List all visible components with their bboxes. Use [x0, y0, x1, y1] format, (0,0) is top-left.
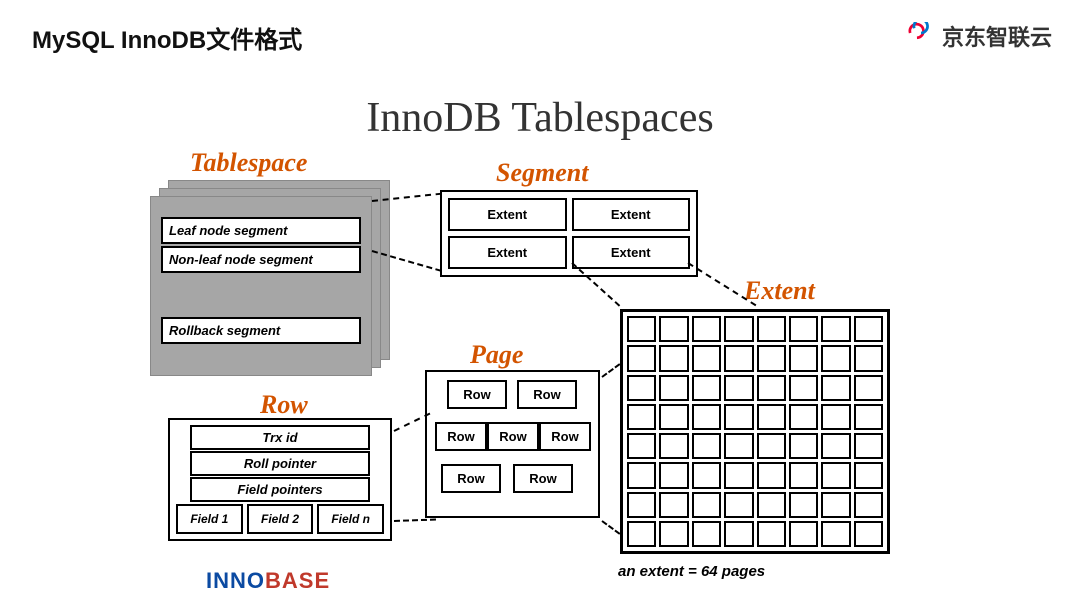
tablespace-item: Leaf node segment: [161, 217, 361, 244]
row-line: Roll pointer: [190, 451, 370, 476]
page-row: Row: [517, 380, 577, 409]
extent-grid: [620, 309, 890, 554]
label-tablespace: Tablespace: [190, 148, 307, 178]
page-row: Row: [487, 422, 539, 451]
label-extent: Extent: [744, 276, 815, 306]
page-row: Row: [513, 464, 573, 493]
page-row: Row: [441, 464, 501, 493]
page-row: Row: [539, 422, 591, 451]
page-title: MySQL InnoDB文件格式: [32, 20, 302, 55]
row-box: Trx id Roll pointer Field pointers Field…: [168, 418, 392, 541]
brand-logo: 京东智联云: [902, 20, 1052, 52]
extent-cell: Extent: [572, 198, 691, 231]
label-segment: Segment: [496, 158, 588, 188]
brand-text: 京东智联云: [942, 20, 1052, 52]
label-page: Page: [470, 340, 523, 370]
extent-note: an extent = 64 pages: [618, 563, 765, 580]
segment-box: Extent Extent Extent Extent: [440, 190, 698, 277]
extent-cell: Extent: [448, 198, 567, 231]
page-row: Row: [435, 422, 487, 451]
row-line: Field pointers: [190, 477, 370, 502]
tablespace-item: Non-leaf node segment: [161, 246, 361, 273]
page-row: Row: [447, 380, 507, 409]
row-field: Field 2: [247, 504, 314, 534]
row-line: Trx id: [190, 425, 370, 450]
diagram-title: InnoDB Tablespaces: [0, 94, 1080, 142]
extent-cell: Extent: [448, 236, 567, 269]
brand-icon: [902, 22, 936, 50]
row-field: Field n: [317, 504, 384, 534]
row-field: Field 1: [176, 504, 243, 534]
tablespace-stack: Leaf node segment Non-leaf node segment …: [150, 180, 390, 370]
extent-cell: Extent: [572, 236, 691, 269]
page-box: Row Row Row Row Row Row Row: [425, 370, 600, 518]
label-row: Row: [260, 390, 308, 420]
tablespace-item: Rollback segment: [161, 317, 361, 344]
innobase-logo: INNOBASE: [206, 568, 330, 594]
